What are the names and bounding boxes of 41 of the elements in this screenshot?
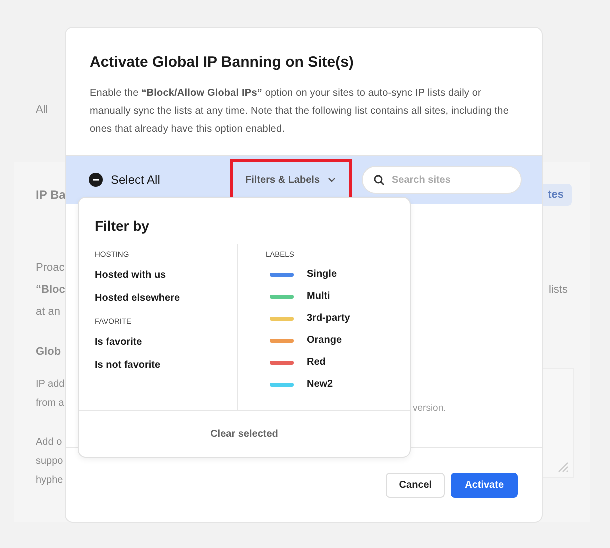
label-option[interactable]: 3rd-party bbox=[266, 312, 350, 325]
label-option[interactable]: Red bbox=[266, 356, 326, 369]
site-note: version. bbox=[413, 403, 446, 414]
filter-option[interactable]: Is favorite bbox=[95, 336, 142, 349]
field-description: IP add bbox=[36, 378, 65, 391]
label-option[interactable]: Orange bbox=[266, 334, 342, 347]
filter-option[interactable]: Hosted elsewhere bbox=[95, 292, 180, 305]
modal-description: Enable the “Block/Allow Global IPs” option on your sites to auto-sync IP lists daily or manually sync the lists at any time. Note that the following list contains all sites, including the ones that already have this option enabled. bbox=[90, 87, 510, 137]
section-title: IP Ba bbox=[36, 188, 66, 202]
field-description: from a bbox=[36, 397, 65, 410]
label-option[interactable]: New2 bbox=[266, 378, 334, 391]
clear-selected-button[interactable]: Clear selected bbox=[79, 410, 410, 457]
intro-text: “Bloc bbox=[36, 283, 66, 298]
filter-option[interactable]: Hosted with us bbox=[95, 269, 166, 282]
label-name: Red bbox=[307, 356, 326, 369]
resize-handle-icon[interactable] bbox=[557, 461, 569, 473]
search-icon bbox=[374, 175, 385, 186]
label-name: Orange bbox=[307, 334, 342, 347]
label-name: 3rd-party bbox=[307, 312, 350, 325]
chevron-down-icon bbox=[328, 177, 336, 183]
help-text: Add o bbox=[36, 436, 64, 449]
intro-text: at an bbox=[36, 305, 60, 320]
dropdown-title: Filter by bbox=[94, 217, 150, 234]
label-option[interactable]: Multi bbox=[266, 290, 330, 303]
text-area[interactable] bbox=[543, 368, 574, 478]
modal-title: Activate Global IP Banning on Site(s) bbox=[90, 54, 355, 71]
label-name: Single bbox=[307, 268, 338, 281]
intro-text: lists bbox=[549, 283, 568, 298]
intro-text: Proac bbox=[36, 261, 65, 276]
help-text: hyphe bbox=[36, 474, 64, 487]
cancel-button[interactable]: Cancel bbox=[386, 473, 446, 498]
select-all-checkbox[interactable]: Select All bbox=[89, 173, 230, 187]
activate-button[interactable]: Activate bbox=[451, 473, 518, 498]
help-text: suppo bbox=[36, 455, 64, 468]
label-option[interactable]: Single bbox=[266, 268, 338, 281]
label-name: Multi bbox=[307, 290, 330, 303]
search-field[interactable]: Search sites bbox=[362, 166, 522, 194]
label-name: New2 bbox=[307, 378, 334, 391]
minus-icon bbox=[89, 173, 103, 187]
filter-option[interactable]: Is not favorite bbox=[95, 359, 161, 372]
field-title: Glob bbox=[36, 346, 62, 358]
